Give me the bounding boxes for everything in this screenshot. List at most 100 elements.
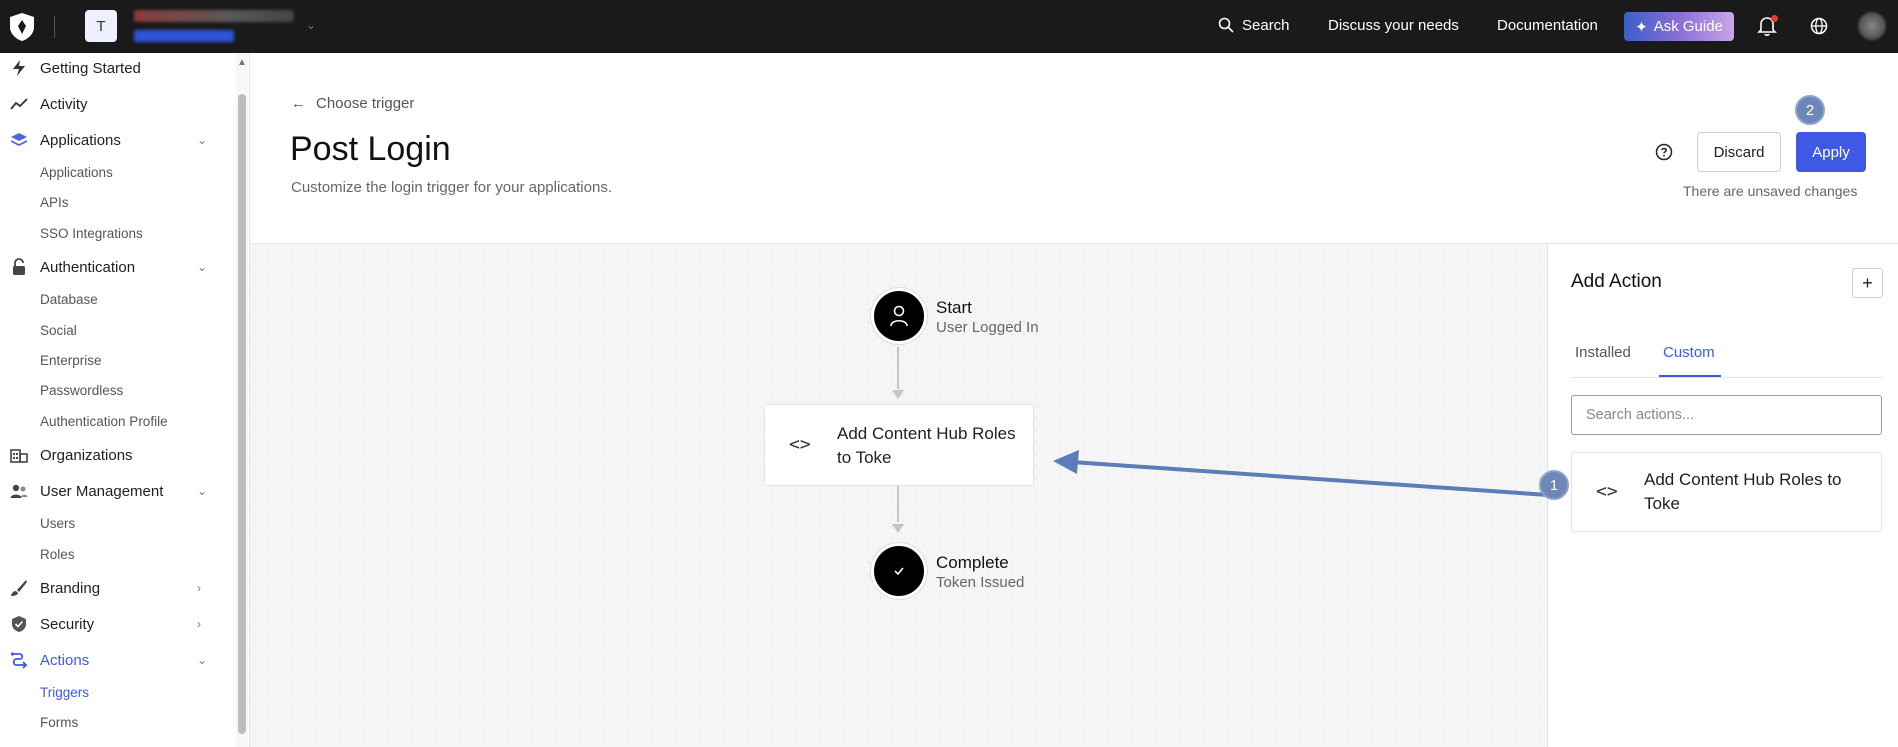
step-2-annotation-badge: 2 [1795, 95, 1825, 125]
brush-icon [10, 579, 28, 597]
back-to-choose-trigger-link[interactable]: ← Choose trigger [291, 95, 414, 112]
search-link[interactable]: Search [1242, 17, 1290, 34]
sidebar-subitem-social[interactable]: Social [40, 323, 77, 338]
building-icon [10, 446, 28, 464]
sidebar-subitem-authentication-profile[interactable]: Authentication Profile [40, 414, 168, 429]
complete-node-subtitle: Token Issued [936, 574, 1025, 591]
sidebar-item-activity[interactable]: Activity [0, 89, 236, 119]
auth0-logo[interactable] [8, 12, 36, 42]
tab-baseline [1571, 377, 1882, 378]
flow-icon [10, 651, 28, 669]
activity-chart-icon [10, 95, 28, 113]
sidebar-subitem-roles[interactable]: Roles [40, 547, 75, 562]
search-icon[interactable] [1218, 17, 1234, 33]
divider [54, 16, 55, 38]
sidebar-item-label: Applications [40, 131, 121, 149]
sidebar-subitem-enterprise[interactable]: Enterprise [40, 353, 102, 368]
flow-action-label: Add Content Hub Roles to Toke [837, 424, 1016, 467]
start-node [871, 288, 927, 344]
create-action-plus-button[interactable]: + [1852, 268, 1883, 298]
flow-action-card[interactable]: <> Add Content Hub Roles to Toke [764, 404, 1034, 486]
sidebar [0, 53, 250, 747]
chevron-down-icon[interactable]: ⌄ [197, 260, 207, 274]
chevron-down-icon[interactable]: ⌄ [197, 133, 207, 147]
globe-icon[interactable] [1810, 17, 1828, 35]
chevron-right-icon[interactable]: › [197, 617, 201, 631]
shield-check-icon [10, 615, 28, 633]
arrow-left-icon: ← [291, 95, 306, 112]
sidebar-item-label: Branding [40, 579, 101, 597]
unsaved-changes-text: There are unsaved changes [1683, 183, 1858, 199]
ask-guide-label: Ask Guide [1653, 18, 1723, 35]
chevron-down-icon[interactable]: ⌄ [197, 653, 207, 667]
scroll-up-arrow-icon[interactable]: ▲ [237, 57, 247, 68]
top-bar: T ⌄ Search Discuss your needs Documentat… [0, 0, 1898, 53]
sidebar-subitem-users[interactable]: Users [40, 516, 75, 531]
sidebar-subitem-database[interactable]: Database [40, 292, 98, 307]
help-circle-icon[interactable] [1655, 143, 1673, 161]
tab-installed[interactable]: Installed [1575, 344, 1631, 361]
discuss-needs-link[interactable]: Discuss your needs [1328, 17, 1459, 34]
sidebar-subitem-triggers[interactable]: Triggers [40, 685, 89, 700]
users-icon [10, 482, 28, 500]
sidebar-item-label: Authentication [40, 258, 136, 276]
apply-button[interactable]: Apply [1796, 132, 1866, 172]
sidebar-subitem-sso-integrations[interactable]: SSO Integrations [40, 226, 143, 241]
back-link-label: Choose trigger [316, 95, 415, 112]
lightning-icon [10, 59, 28, 77]
sidebar-subitem-passwordless[interactable]: Passwordless [40, 383, 123, 398]
arrow-down-icon [892, 524, 904, 533]
step-1-annotation-badge: 1 [1539, 470, 1569, 500]
complete-node-title: Complete [936, 553, 1009, 572]
lock-icon [10, 258, 28, 276]
start-node-title: Start [936, 298, 972, 317]
sidebar-item-user-management[interactable]: User Management ⌄ [0, 476, 236, 506]
sidebar-item-label: Getting Started [40, 59, 141, 77]
custom-action-card[interactable]: <> Add Content Hub Roles to Toke [1571, 452, 1882, 532]
documentation-link[interactable]: Documentation [1497, 17, 1598, 34]
tenant-avatar[interactable]: T [85, 10, 117, 42]
sidebar-item-security[interactable]: Security › [0, 609, 236, 639]
sidebar-scroll-thumb[interactable] [238, 94, 246, 734]
code-icon: <> [1596, 481, 1618, 502]
sidebar-item-label: User Management [40, 482, 164, 500]
chevron-right-icon[interactable]: › [197, 581, 201, 595]
user-avatar[interactable] [1858, 12, 1886, 40]
tab-custom[interactable]: Custom [1663, 344, 1715, 361]
active-tab-indicator [1659, 375, 1721, 377]
custom-action-label: Add Content Hub Roles to Toke [1644, 470, 1842, 513]
code-icon: <> [789, 434, 811, 455]
start-node-subtitle: User Logged In [936, 319, 1039, 336]
sidebar-item-label: Activity [40, 95, 88, 113]
flow-connector [897, 486, 899, 522]
sidebar-item-getting-started[interactable]: Getting Started [0, 53, 236, 83]
checkmark-icon [894, 567, 904, 576]
sidebar-subitem-apis[interactable]: APIs [40, 195, 69, 210]
chevron-down-icon[interactable]: ⌄ [306, 18, 316, 32]
sidebar-item-branding[interactable]: Branding › [0, 573, 236, 603]
sidebar-item-applications[interactable]: Applications ⌄ [0, 125, 236, 155]
panel-title: Add Action [1571, 271, 1662, 292]
sidebar-item-label: Actions [40, 651, 90, 669]
sidebar-subitem-applications[interactable]: Applications [40, 165, 113, 180]
sidebar-item-actions[interactable]: Actions ⌄ [0, 645, 236, 675]
sidebar-subitem-forms[interactable]: Forms [40, 715, 78, 730]
sidebar-item-label: Security [40, 615, 95, 633]
notification-dot [1771, 15, 1778, 22]
ask-guide-button[interactable]: ✦ Ask Guide [1624, 12, 1734, 41]
tenant-name-redacted[interactable] [134, 10, 294, 22]
tenant-region-redacted[interactable] [134, 30, 234, 42]
complete-node [871, 543, 927, 599]
page-title: Post Login [290, 130, 451, 168]
sparkle-icon: ✦ [1635, 18, 1648, 36]
flow-connector [897, 347, 899, 389]
discard-button[interactable]: Discard [1697, 132, 1781, 172]
sidebar-item-organizations[interactable]: Organizations [0, 440, 236, 470]
sidebar-item-label: Organizations [40, 446, 133, 464]
search-actions-input[interactable]: Search actions... [1571, 395, 1882, 435]
user-icon [890, 305, 908, 327]
layers-icon [10, 131, 28, 149]
chevron-down-icon[interactable]: ⌄ [197, 484, 207, 498]
sidebar-item-authentication[interactable]: Authentication ⌄ [0, 252, 236, 282]
page-subtitle: Customize the login trigger for your app… [291, 179, 612, 196]
